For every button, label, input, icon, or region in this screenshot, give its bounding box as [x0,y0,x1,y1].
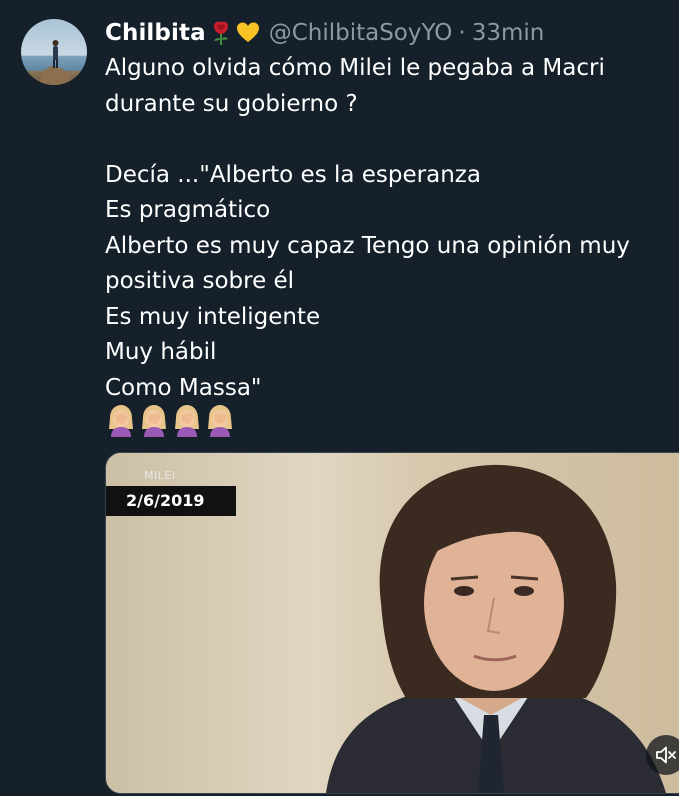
facepalm-emoji [208,405,232,437]
media-video[interactable]: MILEI 2/6/2019 [105,452,679,794]
facepalm-emoji [142,405,166,437]
emoji-row [106,404,235,437]
volume-muted-icon [656,746,676,764]
tweet-text: Alguno olvida cómo Milei le pegaba a Mac… [105,55,630,401]
yellow-heart-emoji [236,20,260,46]
mute-button[interactable] [646,735,679,775]
tweet[interactable]: Chilbita @ChilbitaSoyYO · 33min Alguno o… [0,0,679,796]
rose-emoji [209,20,233,46]
avatar[interactable] [21,19,87,85]
tweet-header: Chilbita @ChilbitaSoyYO · 33min [105,14,544,52]
tweet-timestamp[interactable]: 33min [472,20,545,46]
display-name[interactable]: Chilbita [105,20,206,46]
video-caption: MILEI [144,469,176,482]
video-date-label: 2/6/2019 [106,486,236,516]
facepalm-emoji [175,405,199,437]
separator-dot: · [458,20,466,46]
facepalm-emoji [109,405,133,437]
user-handle[interactable]: @ChilbitaSoyYO [269,20,453,46]
